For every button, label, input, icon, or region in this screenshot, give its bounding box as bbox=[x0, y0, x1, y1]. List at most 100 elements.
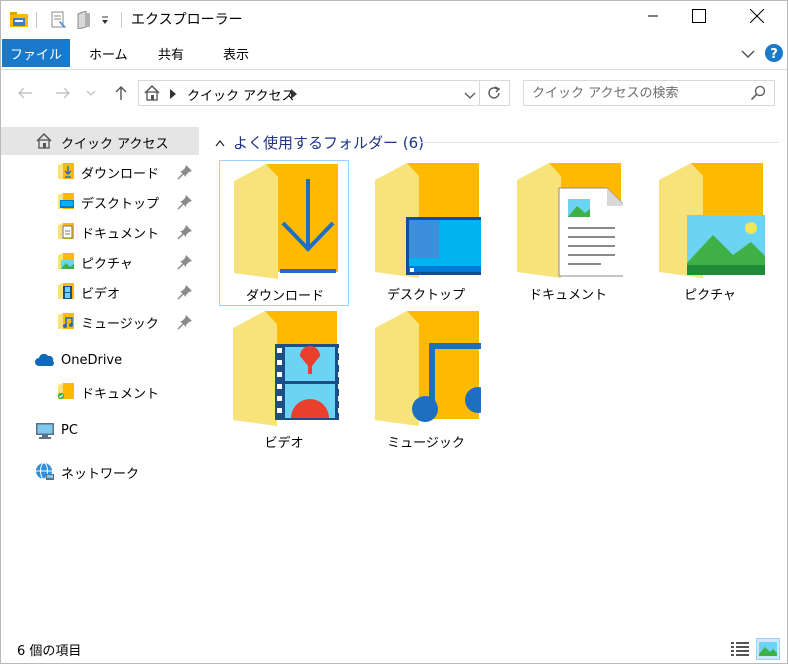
search-input[interactable] bbox=[532, 84, 742, 102]
documents-folder-icon bbox=[57, 222, 75, 244]
nav-label: クイック アクセス bbox=[61, 137, 169, 152]
tab-share[interactable]: 共有 bbox=[158, 39, 184, 67]
tab-home[interactable]: ホーム bbox=[89, 39, 128, 67]
explorer-window: エクスプローラー ファイル ホーム 共有 表示 ? クイック アクセス クイック… bbox=[0, 0, 788, 664]
nav-item-documents[interactable]: ドキュメント bbox=[1, 217, 199, 245]
videos-folder-icon bbox=[57, 282, 75, 304]
nav-item-desktop[interactable]: デスクトップ bbox=[1, 187, 199, 215]
svg-text:?: ? bbox=[770, 47, 778, 62]
large-icons-view-button[interactable] bbox=[756, 638, 780, 660]
breadcrumb-quick-access[interactable]: クイック アクセス bbox=[187, 85, 294, 104]
nav-onedrive[interactable]: OneDrive bbox=[1, 347, 199, 375]
properties-icon[interactable] bbox=[50, 10, 68, 30]
nav-item-pictures[interactable]: ピクチャ bbox=[1, 247, 199, 275]
pictures-folder-icon bbox=[57, 252, 75, 274]
forward-arrow-icon[interactable] bbox=[51, 81, 75, 105]
music-folder-icon bbox=[57, 312, 75, 334]
nav-label: ドキュメント bbox=[81, 227, 160, 242]
folder-label: ピクチャ bbox=[684, 288, 736, 303]
large-icons-view-icon bbox=[759, 642, 777, 656]
address-row: クイック アクセス bbox=[1, 73, 787, 113]
nav-label: ピクチャ bbox=[81, 257, 133, 272]
recent-locations-chevron-icon[interactable] bbox=[83, 81, 99, 105]
app-folder-icon[interactable] bbox=[10, 10, 28, 30]
desktop-folder-icon bbox=[57, 192, 75, 214]
breadcrumb-separator-icon[interactable] bbox=[291, 88, 297, 103]
item-count: 6 個の項目 bbox=[17, 644, 82, 659]
folder-tile-desktop[interactable]: デスクトップ bbox=[361, 160, 491, 306]
back-arrow-icon[interactable] bbox=[13, 81, 37, 105]
pin-icon[interactable] bbox=[177, 314, 193, 330]
group-header[interactable]: よく使用するフォルダー (6) bbox=[215, 131, 424, 153]
close-button[interactable] bbox=[734, 1, 780, 31]
content-pane: よく使用するフォルダー (6) ダウンロード デスクトップ ドキュメント ピクチ… bbox=[201, 123, 787, 635]
nav-label: ミュージック bbox=[81, 317, 159, 332]
details-view-icon bbox=[731, 642, 749, 656]
folder-label: ミュージック bbox=[387, 436, 465, 451]
search-icon[interactable] bbox=[750, 85, 766, 105]
downloads-folder-icon bbox=[228, 161, 340, 279]
group-title: よく使用するフォルダー (6) bbox=[233, 133, 425, 152]
nav-label: OneDrive bbox=[61, 353, 123, 368]
nav-label: PC bbox=[61, 423, 78, 438]
expand-ribbon-chevron-icon[interactable] bbox=[741, 48, 755, 63]
pc-monitor-icon bbox=[35, 422, 55, 444]
nav-network[interactable]: ネットワーク bbox=[1, 457, 199, 485]
pin-icon[interactable] bbox=[177, 254, 193, 270]
nav-item-music[interactable]: ミュージック bbox=[1, 307, 199, 335]
folder-label: デスクトップ bbox=[386, 288, 465, 303]
nav-item-videos[interactable]: ビデオ bbox=[1, 277, 199, 305]
help-icon[interactable]: ? bbox=[765, 44, 783, 66]
new-folder-icon[interactable] bbox=[76, 10, 92, 30]
window-title: エクスプローラー bbox=[131, 12, 243, 28]
nav-label: デスクトップ bbox=[81, 197, 160, 212]
downloads-folder-icon bbox=[57, 162, 75, 184]
desktop-folder-icon bbox=[369, 160, 484, 278]
documents-folder-icon bbox=[511, 160, 626, 278]
minimize-button[interactable] bbox=[630, 1, 676, 31]
nav-quick-access[interactable]: クイック アクセス bbox=[1, 127, 199, 155]
up-arrow-icon[interactable] bbox=[109, 81, 133, 105]
maximize-button[interactable] bbox=[676, 1, 722, 31]
details-view-button[interactable] bbox=[728, 638, 752, 660]
nav-label: ダウンロード bbox=[81, 167, 160, 182]
music-folder-icon bbox=[369, 308, 491, 426]
customize-qat-icon[interactable] bbox=[100, 10, 110, 30]
tab-view[interactable]: 表示 bbox=[223, 39, 249, 67]
nav-label: ドキュメント bbox=[81, 387, 160, 402]
pin-icon[interactable] bbox=[177, 224, 193, 240]
collapse-chevron-icon[interactable] bbox=[215, 133, 225, 151]
navigation-pane: クイック アクセス ダウンロード デスクトップ ドキュメント ピクチャ ビデオ … bbox=[1, 123, 199, 635]
pictures-folder-icon bbox=[653, 160, 769, 278]
network-globe-icon bbox=[35, 462, 55, 486]
status-bar: 6 個の項目 bbox=[1, 637, 787, 663]
onedrive-documents-folder-icon bbox=[57, 382, 75, 404]
quick-access-star-icon bbox=[35, 132, 53, 154]
search-box[interactable] bbox=[523, 80, 775, 106]
pin-icon[interactable] bbox=[177, 284, 193, 300]
folder-tile-videos[interactable]: ビデオ bbox=[219, 308, 349, 454]
pin-icon[interactable] bbox=[177, 194, 193, 210]
tab-file[interactable]: ファイル bbox=[2, 39, 70, 67]
title-bar: エクスプローラー bbox=[1, 1, 787, 39]
folder-tile-music[interactable]: ミュージック bbox=[361, 308, 491, 454]
nav-label: ビデオ bbox=[81, 287, 121, 302]
nav-item-downloads[interactable]: ダウンロード bbox=[1, 157, 199, 185]
onedrive-cloud-icon bbox=[35, 353, 55, 371]
breadcrumb-separator-icon[interactable] bbox=[170, 88, 176, 103]
pin-icon[interactable] bbox=[177, 164, 193, 180]
nav-label: ネットワーク bbox=[61, 467, 140, 482]
address-history-chevron-icon[interactable] bbox=[464, 89, 476, 104]
nav-item-onedrive-documents[interactable]: ドキュメント bbox=[1, 377, 199, 405]
folder-tile-pictures[interactable]: ピクチャ bbox=[645, 160, 775, 306]
folder-label: ドキュメント bbox=[528, 288, 607, 303]
home-icon bbox=[143, 84, 161, 106]
folder-tile-downloads[interactable]: ダウンロード bbox=[219, 160, 349, 306]
address-bar[interactable]: クイック アクセス bbox=[138, 80, 510, 106]
ribbon-tabs: ファイル ホーム 共有 表示 ? bbox=[1, 39, 787, 70]
folder-label: ダウンロード bbox=[245, 289, 324, 304]
nav-pc[interactable]: PC bbox=[1, 417, 199, 445]
folder-tile-documents[interactable]: ドキュメント bbox=[503, 160, 633, 306]
refresh-icon[interactable] bbox=[486, 85, 502, 105]
videos-folder-icon bbox=[227, 308, 345, 426]
